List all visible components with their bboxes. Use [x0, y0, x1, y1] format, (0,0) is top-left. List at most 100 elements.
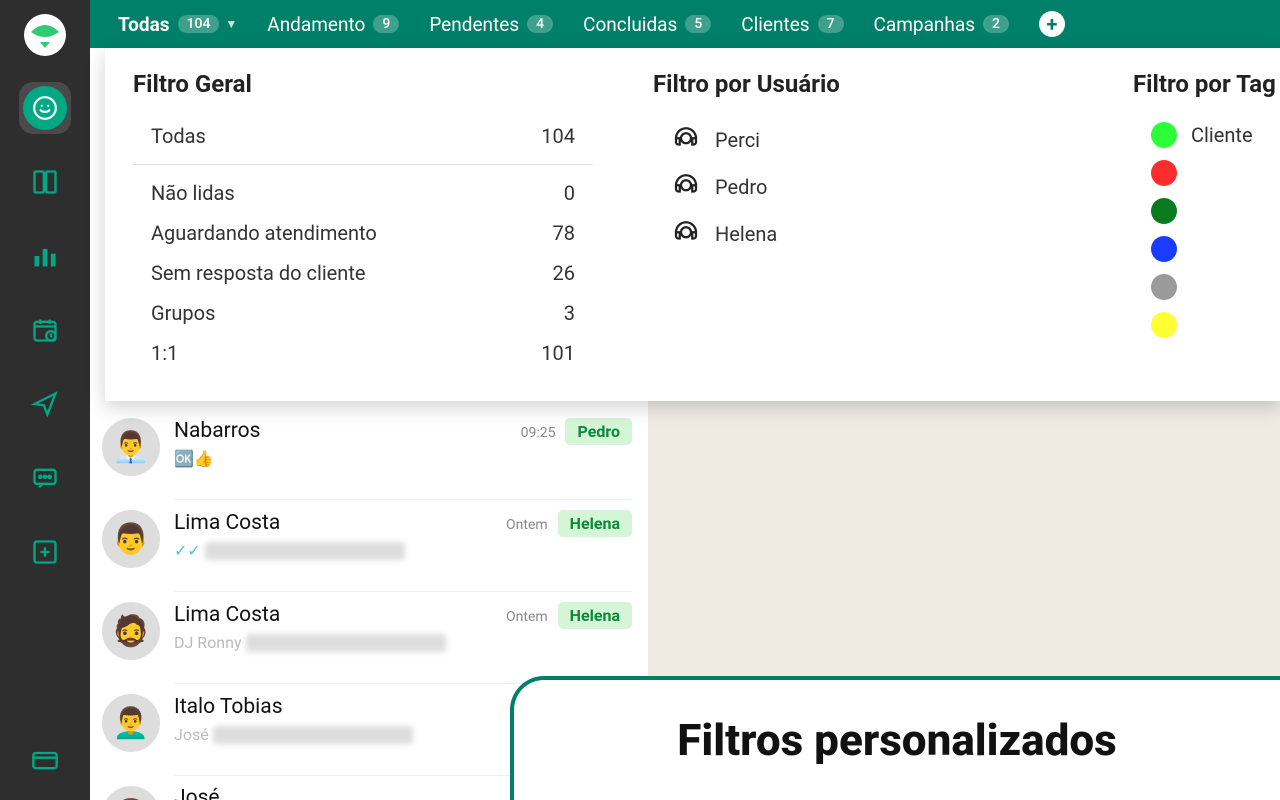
headset-icon: [671, 216, 701, 251]
nav-messages[interactable]: [19, 452, 71, 504]
filter-row-value: 3: [564, 301, 575, 325]
tab-concluidas[interactable]: Concluidas 5: [583, 13, 711, 36]
chat-agent-tag: Helena: [558, 510, 632, 537]
chat-name: Lima Costa: [174, 511, 506, 535]
nav-calendar[interactable]: [19, 304, 71, 356]
blurred-text: [213, 726, 413, 744]
filter-user-row[interactable]: Perci: [653, 116, 1073, 163]
tag-color-dot: [1151, 160, 1177, 186]
filter-row-value: 0: [564, 181, 575, 205]
nav-add[interactable]: [19, 526, 71, 578]
filter-row-value: 104: [541, 124, 575, 148]
tab-badge: 7: [818, 15, 844, 33]
filter-tag-column: Filtro por Tag Cliente: [1133, 70, 1276, 373]
user-name: Perci: [715, 128, 760, 152]
tab-todas[interactable]: Todas 104 ▼: [118, 13, 237, 36]
tab-badge: 9: [373, 15, 399, 33]
filter-tag-row[interactable]: [1133, 268, 1276, 306]
tag-color-dot: [1151, 198, 1177, 224]
chat-name: Nabarros: [174, 419, 521, 443]
chat-time: 09:25: [521, 425, 556, 441]
tab-clientes[interactable]: Clientes 7: [741, 13, 843, 36]
tag-color-dot: [1151, 274, 1177, 300]
chat-row[interactable]: 👨‍💼 Nabarros09:25 Pedro 🆗👍: [90, 408, 648, 500]
chat-row[interactable]: 🧔Lima CostaOntemHelenaDJ Ronny: [90, 592, 648, 684]
tab-label: Campanhas: [874, 13, 975, 36]
sidebar-rail: [0, 0, 90, 800]
tab-label: Concluidas: [583, 13, 677, 36]
nav-billing[interactable]: [19, 734, 71, 786]
nav-chats[interactable]: [19, 82, 71, 134]
filter-general-row[interactable]: Sem resposta do cliente 26: [133, 253, 593, 293]
filter-general-row[interactable]: Não lidas 0: [133, 173, 593, 213]
filter-row-label: Sem resposta do cliente: [151, 261, 365, 285]
chat-sub: José: [174, 725, 209, 744]
tab-badge: 4: [527, 15, 553, 33]
chat-preview: ✓✓: [174, 541, 632, 560]
filter-row-value: 101: [541, 341, 575, 365]
chat-body: Lima CostaOntemHelena✓✓: [174, 510, 632, 592]
filter-tag-title: Filtro por Tag: [1133, 70, 1276, 98]
filter-tag-row[interactable]: [1133, 230, 1276, 268]
tab-andamento[interactable]: Andamento 9: [267, 13, 399, 36]
filter-row-value: 26: [553, 261, 575, 285]
filter-general-row[interactable]: Grupos 3: [133, 293, 593, 333]
filter-row-label: Grupos: [151, 301, 215, 325]
filter-dropdown: Filtro Geral Todas 104 Não lidas 0 Aguardand…: [105, 48, 1280, 401]
blurred-text: [205, 542, 405, 560]
tab-badge: 2: [983, 15, 1009, 33]
filter-tag-row[interactable]: [1133, 192, 1276, 230]
filter-tag-row[interactable]: Cliente: [1133, 116, 1276, 154]
filter-row-label: Não lidas: [151, 181, 235, 205]
chat-name: Italo Tobias: [174, 695, 545, 719]
chat-body: Lima CostaOntemHelenaDJ Ronny: [174, 602, 632, 684]
chat-agent-tag: Pedro: [565, 418, 632, 445]
user-name: Helena: [715, 222, 777, 246]
filter-row-label: 1:1: [151, 341, 178, 365]
chat-time: Ontem: [506, 609, 548, 625]
tab-label: Pendentes: [429, 13, 519, 36]
promo-card: Filtros personalizados: [510, 676, 1280, 800]
app-logo: [20, 10, 70, 60]
tab-badge: 5: [685, 15, 711, 33]
filter-user-column: Filtro por Usuário Perci Pedro Helena: [653, 70, 1073, 373]
chat-row[interactable]: 👨Lima CostaOntemHelena✓✓: [90, 500, 648, 592]
filter-user-row[interactable]: Helena: [653, 210, 1073, 257]
filter-general-row[interactable]: 1:1 101: [133, 333, 593, 373]
chat-name: Lima Costa: [174, 603, 506, 627]
nav-send[interactable]: [19, 378, 71, 430]
filter-general-row[interactable]: Aguardando atendimento 78: [133, 213, 593, 253]
blurred-text: [246, 634, 446, 652]
promo-title: Filtros personalizados: [677, 714, 1116, 766]
filter-user-row[interactable]: Pedro: [653, 163, 1073, 210]
avatar: 👨: [102, 510, 160, 568]
filter-row-label: Aguardando atendimento: [151, 221, 377, 245]
filter-general-title: Filtro Geral: [133, 70, 593, 98]
add-tab-button[interactable]: +: [1039, 11, 1065, 37]
tab-badge: 104: [178, 15, 220, 33]
avatar: 👨‍💼: [102, 418, 160, 476]
chat-agent-tag: Helena: [558, 602, 632, 629]
tab-label: Clientes: [741, 13, 809, 36]
tag-color-dot: [1151, 236, 1177, 262]
user-name: Pedro: [715, 175, 767, 199]
tab-campanhas[interactable]: Campanhas 2: [874, 13, 1009, 36]
filter-user-title: Filtro por Usuário: [653, 70, 1073, 98]
filter-tag-row[interactable]: [1133, 306, 1276, 344]
filter-row-value: 78: [553, 221, 575, 245]
filter-general-row[interactable]: Todas 104: [133, 116, 593, 165]
avatar: 👩: [102, 786, 160, 800]
tag-color-dot: [1151, 122, 1177, 148]
tag-color-dot: [1151, 312, 1177, 338]
avatar: 🧔: [102, 602, 160, 660]
caret-down-icon: ▼: [225, 17, 237, 31]
filter-row-label: Todas: [151, 124, 206, 148]
nav-stats[interactable]: [19, 230, 71, 282]
filter-tag-row[interactable]: [1133, 154, 1276, 192]
chat-body: Nabarros09:25 Pedro 🆗👍: [174, 418, 632, 500]
nav-contacts[interactable]: [19, 156, 71, 208]
tab-pendentes[interactable]: Pendentes 4: [429, 13, 553, 36]
headset-icon: [671, 122, 701, 157]
filter-general-column: Filtro Geral Todas 104 Não lidas 0 Aguardand…: [133, 70, 593, 373]
chat-preview-icons: 🆗👍: [174, 449, 214, 468]
